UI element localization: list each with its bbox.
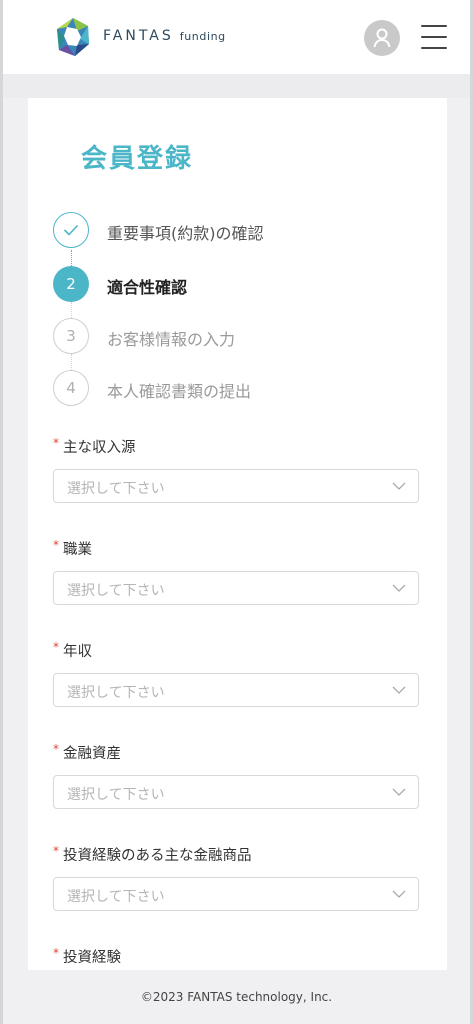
checkmark-icon [63, 224, 79, 236]
chevron-down-icon [392, 890, 406, 898]
field-label-text: 投資経験のある主な金融商品 [63, 847, 252, 864]
required-mark: * [53, 640, 59, 654]
step-4-circle: 4 [53, 370, 89, 406]
field-financial-assets: * 金融資産 選択して下さい [53, 742, 421, 809]
field-occupation: * 職業 選択して下さい [53, 538, 421, 605]
field-label: * 金融資産 [53, 742, 421, 762]
required-mark: * [53, 844, 59, 858]
select-placeholder: 選択して下さい [67, 787, 165, 803]
select-placeholder: 選択して下さい [67, 685, 165, 701]
user-icon [373, 28, 391, 48]
step-connector [71, 354, 72, 370]
window-frame-left [0, 0, 3, 1024]
chevron-down-icon [392, 482, 406, 490]
field-investment-products: * 投資経験のある主な金融商品 選択して下さい [53, 844, 421, 911]
app-header: FANTAS funding [3, 0, 470, 74]
step-2: 2 適合性確認 [53, 266, 413, 302]
footer-copyright: ©2023 FANTAS technology, Inc. [140, 990, 333, 1004]
brand-name: FANTAS funding [103, 28, 226, 48]
step-3: 3 お客様情報の入力 [53, 318, 413, 354]
chevron-down-icon [392, 584, 406, 592]
select-placeholder: 選択して下さい [67, 583, 165, 599]
user-avatar-button[interactable] [364, 20, 400, 56]
income-source-select[interactable]: 選択して下さい [53, 469, 419, 503]
step-3-circle: 3 [53, 318, 89, 354]
chevron-down-icon [392, 788, 406, 796]
field-label-text: 年収 [63, 643, 92, 660]
field-label-text: 金融資産 [63, 745, 121, 762]
field-label-text: 投資経験 [63, 949, 121, 966]
step-connector [71, 250, 72, 266]
field-income-source: * 主な収入源 選択して下さい [53, 436, 421, 503]
financial-assets-select[interactable]: 選択して下さい [53, 775, 419, 809]
occupation-select[interactable]: 選択して下さい [53, 571, 419, 605]
annual-income-select[interactable]: 選択して下さい [53, 673, 419, 707]
step-3-label: お客様情報の入力 [107, 330, 236, 349]
step-connector [71, 302, 72, 318]
required-mark: * [53, 742, 59, 756]
step-1-label: 重要事項(約款)の確認 [107, 224, 264, 243]
field-label-text: 職業 [63, 541, 92, 558]
field-annual-income: * 年収 選択して下さい [53, 640, 421, 707]
hamburger-menu-icon[interactable] [421, 25, 447, 49]
registration-card: 会員登録 重要事項(約款)の確認 2 適合性確認 3 お客様情報の入力 4 本人… [28, 98, 447, 970]
field-label-text: 主な収入源 [63, 439, 136, 456]
investment-products-select[interactable]: 選択して下さい [53, 877, 419, 911]
brand-main-text: FANTAS [103, 28, 174, 44]
field-label: * 投資経験のある主な金融商品 [53, 844, 421, 864]
field-label: * 職業 [53, 538, 421, 558]
brand-sub-text: funding [179, 30, 226, 43]
required-mark: * [53, 436, 59, 450]
field-label: * 投資経験 [53, 946, 421, 966]
field-label: * 主な収入源 [53, 436, 421, 456]
required-mark: * [53, 946, 59, 960]
select-placeholder: 選択して下さい [67, 889, 165, 905]
step-4-label: 本人確認書類の提出 [107, 382, 252, 401]
select-placeholder: 選択して下さい [67, 481, 165, 497]
header-spacer [3, 74, 470, 98]
step-1-circle [53, 212, 89, 248]
step-4: 4 本人確認書類の提出 [53, 370, 413, 406]
chevron-down-icon [392, 686, 406, 694]
step-1: 重要事項(約款)の確認 [53, 212, 413, 248]
required-mark: * [53, 538, 59, 552]
field-label: * 年収 [53, 640, 421, 660]
field-investment-experience: * 投資経験 [53, 946, 421, 966]
fantas-logo-icon[interactable] [55, 17, 91, 57]
page-title: 会員登録 [81, 144, 194, 174]
step-2-label: 適合性確認 [107, 278, 188, 297]
step-2-circle: 2 [53, 266, 89, 302]
